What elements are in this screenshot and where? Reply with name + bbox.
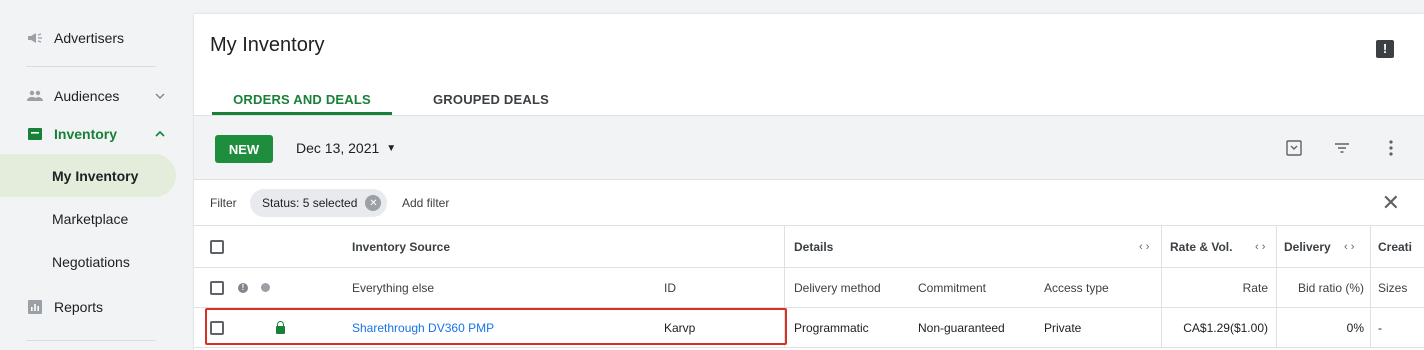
caret-down-icon: ▼ <box>386 142 397 154</box>
header-inventory-source: Inventory Source <box>352 239 451 254</box>
main-panel: My Inventory ! ORDERS AND DEALS GROUPED … <box>194 14 1424 350</box>
close-icon[interactable]: ✕ <box>1382 190 1400 216</box>
header-delivery: Delivery <box>1284 239 1331 254</box>
sidebar-item-reports[interactable]: Reports <box>0 295 193 319</box>
expand-collapse-icon[interactable]: ‹ › <box>1139 226 1149 267</box>
delivery-method-value: Programmatic <box>794 320 869 335</box>
column-chooser-icon[interactable] <box>1284 138 1304 158</box>
tab-orders-and-deals[interactable]: ORDERS AND DEALS <box>212 82 392 116</box>
header-rate-vol: Rate & Vol. <box>1170 239 1233 254</box>
page-title: My Inventory <box>210 34 325 56</box>
select-all-checkbox[interactable] <box>210 226 224 267</box>
table-group-header: Inventory Source Details ‹ › Rate & Vol.… <box>194 226 1424 268</box>
remove-chip-icon[interactable]: ✕ <box>365 195 382 211</box>
sidebar: Advertisers Audiences Inventory My Inven… <box>0 0 193 350</box>
select-group-checkbox[interactable] <box>210 268 224 307</box>
rate-value: CA$1.29($1.00) <box>1183 320 1268 335</box>
sidebar-item-label: Audiences <box>54 88 120 104</box>
feedback-icon[interactable]: ! <box>1376 40 1394 58</box>
col-id[interactable]: ID <box>664 268 676 307</box>
deal-name-link[interactable]: Sharethrough DV360 PMP <box>352 308 494 347</box>
new-button[interactable]: NEW <box>215 135 273 163</box>
bar-chart-icon <box>26 298 44 316</box>
toolbar: NEW Dec 13, 2021 ▼ <box>194 115 1424 180</box>
col-sizes[interactable]: Sizes <box>1378 268 1407 307</box>
header-creative: Creati <box>1378 239 1413 254</box>
deal-id: Karvp <box>664 320 696 335</box>
add-filter-button[interactable]: Add filter <box>402 196 449 210</box>
app-window: Advertisers Audiences Inventory My Inven… <box>0 0 1424 350</box>
col-commitment[interactable]: Commitment <box>918 268 986 307</box>
status-dot-icon <box>261 268 270 307</box>
warning-icon: ! <box>238 268 248 307</box>
filter-bar: Filter Status: 5 selected ✕ Add filter ✕ <box>194 180 1424 226</box>
status-filter-chip[interactable]: Status: 5 selected ✕ <box>250 189 388 217</box>
filter-icon[interactable] <box>1332 138 1352 158</box>
date-selector[interactable]: Dec 13, 2021 ▼ <box>296 140 396 156</box>
more-vert-icon[interactable] <box>1381 138 1401 158</box>
commitment-value: Non-guaranteed <box>918 320 1005 335</box>
col-rate[interactable]: Rate <box>1170 268 1268 307</box>
sidebar-item-my-inventory[interactable]: My Inventory <box>0 154 176 197</box>
filter-label: Filter <box>210 196 237 210</box>
col-access-type[interactable]: Access type <box>1044 268 1109 307</box>
inventory-icon <box>26 125 44 143</box>
chip-label: Status: 5 selected <box>262 196 358 210</box>
sidebar-item-marketplace[interactable]: Marketplace <box>0 197 176 240</box>
chevron-up-icon <box>155 128 165 140</box>
people-icon <box>26 87 44 105</box>
sidebar-item-label: Inventory <box>54 126 118 142</box>
sidebar-item-label: Advertisers <box>54 30 125 46</box>
sidebar-item-negotiations[interactable]: Negotiations <box>0 240 176 283</box>
sidebar-divider <box>26 340 156 341</box>
sidebar-item-inventory[interactable]: Inventory <box>0 122 193 146</box>
lock-icon <box>276 308 285 347</box>
sidebar-divider <box>26 66 156 67</box>
sidebar-item-audiences[interactable]: Audiences <box>0 84 193 108</box>
chevron-down-icon <box>155 90 165 102</box>
header-details: Details <box>794 239 834 254</box>
row-checkbox[interactable] <box>210 308 224 347</box>
table-row: Sharethrough DV360 PMP Karvp Programmati… <box>194 308 1424 348</box>
sidebar-item-advertisers[interactable]: Advertisers <box>0 26 193 50</box>
sizes-value: - <box>1378 320 1382 335</box>
sidebar-item-label: Reports <box>54 299 104 315</box>
expand-collapse-icon[interactable]: ‹ › <box>1255 226 1265 267</box>
bid-ratio-value: 0% <box>1346 320 1364 335</box>
expand-collapse-icon[interactable]: ‹ › <box>1344 226 1354 267</box>
col-bid-ratio[interactable]: Bid ratio (%) <box>1284 268 1364 307</box>
date-label: Dec 13, 2021 <box>296 140 380 156</box>
megaphone-icon <box>26 29 44 47</box>
tab-grouped-deals[interactable]: GROUPED DEALS <box>416 82 566 116</box>
col-name[interactable]: Everything else <box>352 268 434 307</box>
table-column-header: ! Everything else ID Delivery method Com… <box>194 268 1424 308</box>
col-delivery-method[interactable]: Delivery method <box>794 268 881 307</box>
access-type-value: Private <box>1044 320 1082 335</box>
